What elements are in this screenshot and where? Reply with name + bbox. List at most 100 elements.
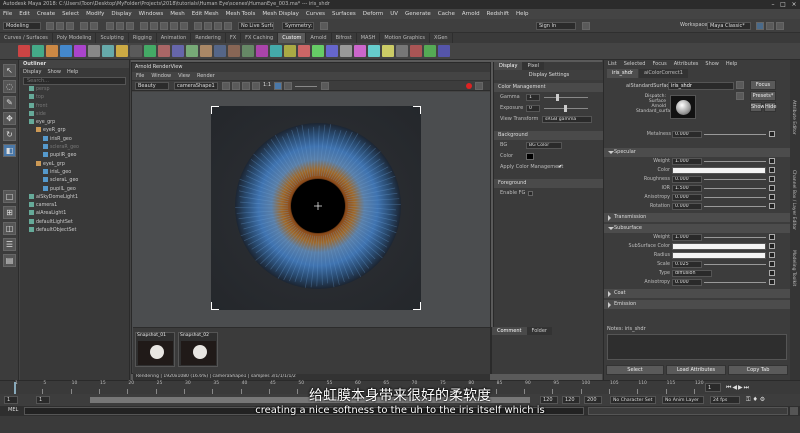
stacked-pane-icon[interactable]: ▤ <box>3 254 16 267</box>
radius-map-icon[interactable] <box>769 252 775 258</box>
four-pane-icon[interactable]: ⊞ <box>3 206 16 219</box>
anisotropy-map-icon[interactable] <box>769 279 775 285</box>
renderview-menu-render[interactable]: Render <box>197 72 215 80</box>
exposure-icon[interactable] <box>284 82 292 90</box>
ae-menu-help[interactable]: Help <box>726 60 737 69</box>
shelf-icon-11[interactable] <box>158 45 170 57</box>
workspace-dropdown[interactable]: Maya Classic* <box>707 22 751 30</box>
help-icon[interactable] <box>582 22 590 30</box>
load-attributes-button[interactable]: Load Attributes <box>666 365 726 375</box>
symmetry-dropdown[interactable]: Symmetry: Off <box>282 22 314 30</box>
rotation-field[interactable]: 0.000 <box>672 203 702 210</box>
menuset-dropdown[interactable]: Modeling <box>3 22 41 30</box>
outliner-item[interactable]: persp <box>20 86 129 94</box>
color-map-icon[interactable] <box>769 167 775 173</box>
metalness-slider[interactable] <box>704 134 766 135</box>
side-by-side-icon[interactable]: ◫ <box>3 222 16 235</box>
outliner-menu-display[interactable]: Display <box>23 68 41 76</box>
transmission-section[interactable]: Transmission <box>604 213 800 222</box>
shelf-icon-3[interactable] <box>46 45 58 57</box>
maximize-icon[interactable]: □ <box>778 0 788 9</box>
rotation-slider[interactable] <box>704 206 766 207</box>
roughness-field[interactable]: 0.000 <box>672 176 702 183</box>
channel-red-icon[interactable] <box>232 82 240 90</box>
camera-dropdown[interactable]: cameraShape1 <box>174 82 218 90</box>
move-tool-icon[interactable]: ✥ <box>3 112 16 125</box>
menu-surfaces[interactable]: Surfaces <box>332 9 356 19</box>
shelf-icon-26[interactable] <box>368 45 380 57</box>
specular-section[interactable]: Specular <box>604 148 800 157</box>
shelf-icon-19[interactable] <box>270 45 282 57</box>
menu-help[interactable]: Help <box>516 9 529 19</box>
menu-windows[interactable]: Windows <box>139 9 164 19</box>
shelf-icon-15[interactable] <box>214 45 226 57</box>
redo-icon[interactable] <box>90 22 98 30</box>
shelf-icon-13[interactable] <box>186 45 198 57</box>
side-tab-attribute-editor[interactable]: Attribute Editor <box>791 100 796 135</box>
outliner-item[interactable]: eyeL_grp <box>20 160 129 169</box>
rotate-tool-icon[interactable]: ↻ <box>3 128 16 141</box>
shelf-icon-17[interactable] <box>242 45 254 57</box>
shelf-tab-curves-surfaces[interactable]: Curves / Surfaces <box>0 33 53 43</box>
side-tab-channel-box[interactable]: Channel Box / Layer Editor <box>791 170 796 230</box>
shelf-icon-14[interactable] <box>200 45 212 57</box>
background-section[interactable]: Background <box>494 131 604 140</box>
crop-corner-tl[interactable] <box>211 106 219 114</box>
rotation-map-icon[interactable] <box>769 203 775 209</box>
foreground-section[interactable]: Foreground <box>494 179 604 188</box>
shelf-icon-18[interactable] <box>256 45 268 57</box>
tab-display[interactable]: Display <box>494 62 523 70</box>
scale-tool-icon[interactable]: ◧ <box>3 144 16 157</box>
subsurface-color-map-icon[interactable] <box>769 243 775 249</box>
render-icon[interactable] <box>204 22 212 30</box>
ior-map-icon[interactable] <box>769 185 775 191</box>
ae-menu-list[interactable]: List <box>608 60 617 69</box>
outliner-item[interactable]: eye_grp <box>20 119 129 127</box>
snap-curve-icon[interactable] <box>150 22 158 30</box>
shelf-icon-5[interactable] <box>74 45 86 57</box>
outliner-item[interactable]: defaultObjectSet <box>20 227 129 235</box>
undo-icon[interactable] <box>80 22 88 30</box>
menu-redshift[interactable]: Redshift <box>487 9 509 19</box>
menu-mesh-tools[interactable]: Mesh Tools <box>226 9 256 19</box>
select-button[interactable]: Select <box>606 365 664 375</box>
outliner-item[interactable]: camera1 <box>20 202 129 210</box>
outliner-item[interactable]: aiSkyDomeLight1 <box>20 193 129 202</box>
menu-select[interactable]: Select <box>62 9 79 19</box>
notes-field[interactable] <box>607 334 787 360</box>
weight-map-icon[interactable] <box>769 234 775 240</box>
sign-in-button[interactable]: Sign In <box>536 22 576 30</box>
menu-mesh[interactable]: Mesh <box>170 9 184 19</box>
material-swatch[interactable] <box>670 95 696 119</box>
select-mode-icon[interactable] <box>106 22 114 30</box>
shelf-tab-custom[interactable]: Custom <box>278 33 307 43</box>
lasso-tool-icon[interactable]: ◌ <box>3 80 16 93</box>
snap-plane-icon[interactable] <box>170 22 178 30</box>
refresh-render-icon[interactable] <box>475 82 483 90</box>
gamma-slider-knob[interactable] <box>556 94 559 101</box>
gamma-field[interactable]: 1 <box>526 94 540 101</box>
shelf-tab-arnold[interactable]: Arnold <box>306 33 332 43</box>
shelf-tab-mash[interactable]: MASH <box>357 33 381 43</box>
shelf-icon-20[interactable] <box>284 45 296 57</box>
open-scene-icon[interactable] <box>56 22 64 30</box>
crop-corner-tr[interactable] <box>413 106 421 114</box>
outliner-item[interactable]: scleraR_geo <box>20 144 129 152</box>
snap-surface-icon[interactable] <box>180 22 188 30</box>
color-color-swatch[interactable] <box>672 167 766 174</box>
shelf-icon-27[interactable] <box>382 45 394 57</box>
tab-comment[interactable]: Comment <box>492 327 527 335</box>
ior-slider[interactable] <box>704 188 766 189</box>
anisotropy-slider[interactable] <box>704 197 766 198</box>
menu-mesh-display[interactable]: Mesh Display <box>262 9 299 19</box>
weight-field[interactable]: 1.000 <box>672 158 702 165</box>
shelf-tab-fx-caching[interactable]: FX Caching <box>241 33 279 43</box>
shelf-tab-rigging[interactable]: Rigging <box>129 33 157 43</box>
shelf-icon-4[interactable] <box>60 45 72 57</box>
exposure-field[interactable]: 0 <box>526 105 540 112</box>
apply-cm-checkbox[interactable]: ✔ <box>558 162 562 173</box>
shelf-icon-1[interactable] <box>18 45 30 57</box>
weight-field[interactable]: 1.000 <box>672 234 702 241</box>
tab-pixel[interactable]: Pixel <box>522 62 545 70</box>
metalness-map-icon[interactable] <box>769 131 775 137</box>
